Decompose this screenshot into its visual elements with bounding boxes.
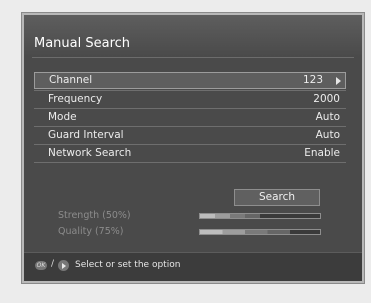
guard-interval-label: Guard Interval: [48, 129, 124, 141]
ok-icon: OK: [35, 261, 47, 270]
channel-value: 123: [302, 74, 323, 86]
manual-search-dialog: Manual Search Channel 123 Frequency 2000…: [22, 13, 364, 283]
quality-meter-fill: [200, 230, 290, 234]
guard-interval-value: Auto: [315, 129, 340, 141]
search-button[interactable]: Search: [234, 189, 320, 206]
mode-label: Mode: [48, 111, 77, 123]
network-search-value: Enable: [304, 147, 340, 159]
guard-interval-row[interactable]: Guard Interval Auto: [34, 127, 346, 144]
title-bar: Manual Search: [24, 15, 362, 57]
frequency-value: 2000: [313, 93, 340, 105]
network-search-label: Network Search: [48, 147, 132, 159]
quality-meter: [199, 229, 321, 235]
channel-row[interactable]: Channel 123: [34, 72, 346, 89]
network-search-row[interactable]: Network Search Enable: [34, 145, 346, 162]
strength-meter-fill: [200, 214, 260, 218]
page-title: Manual Search: [34, 36, 131, 51]
strength-label: Strength (50%): [58, 210, 131, 221]
separator-slash: /: [51, 259, 55, 269]
footer-help-bar: OK / Select or set the option: [24, 252, 362, 281]
help-hint: Select or set the option: [75, 260, 181, 270]
channel-label: Channel: [49, 74, 93, 86]
mode-row[interactable]: Mode Auto: [34, 109, 346, 126]
quality-label: Quality (75%): [58, 226, 124, 237]
strength-meter: [199, 213, 321, 219]
title-divider: [32, 57, 354, 58]
mode-value: Auto: [315, 111, 340, 123]
row-divider: [34, 162, 346, 163]
right-arrow-icon[interactable]: [336, 77, 341, 85]
frequency-row[interactable]: Frequency 2000: [34, 91, 346, 108]
frequency-label: Frequency: [48, 93, 103, 105]
right-key-icon: [58, 260, 69, 271]
